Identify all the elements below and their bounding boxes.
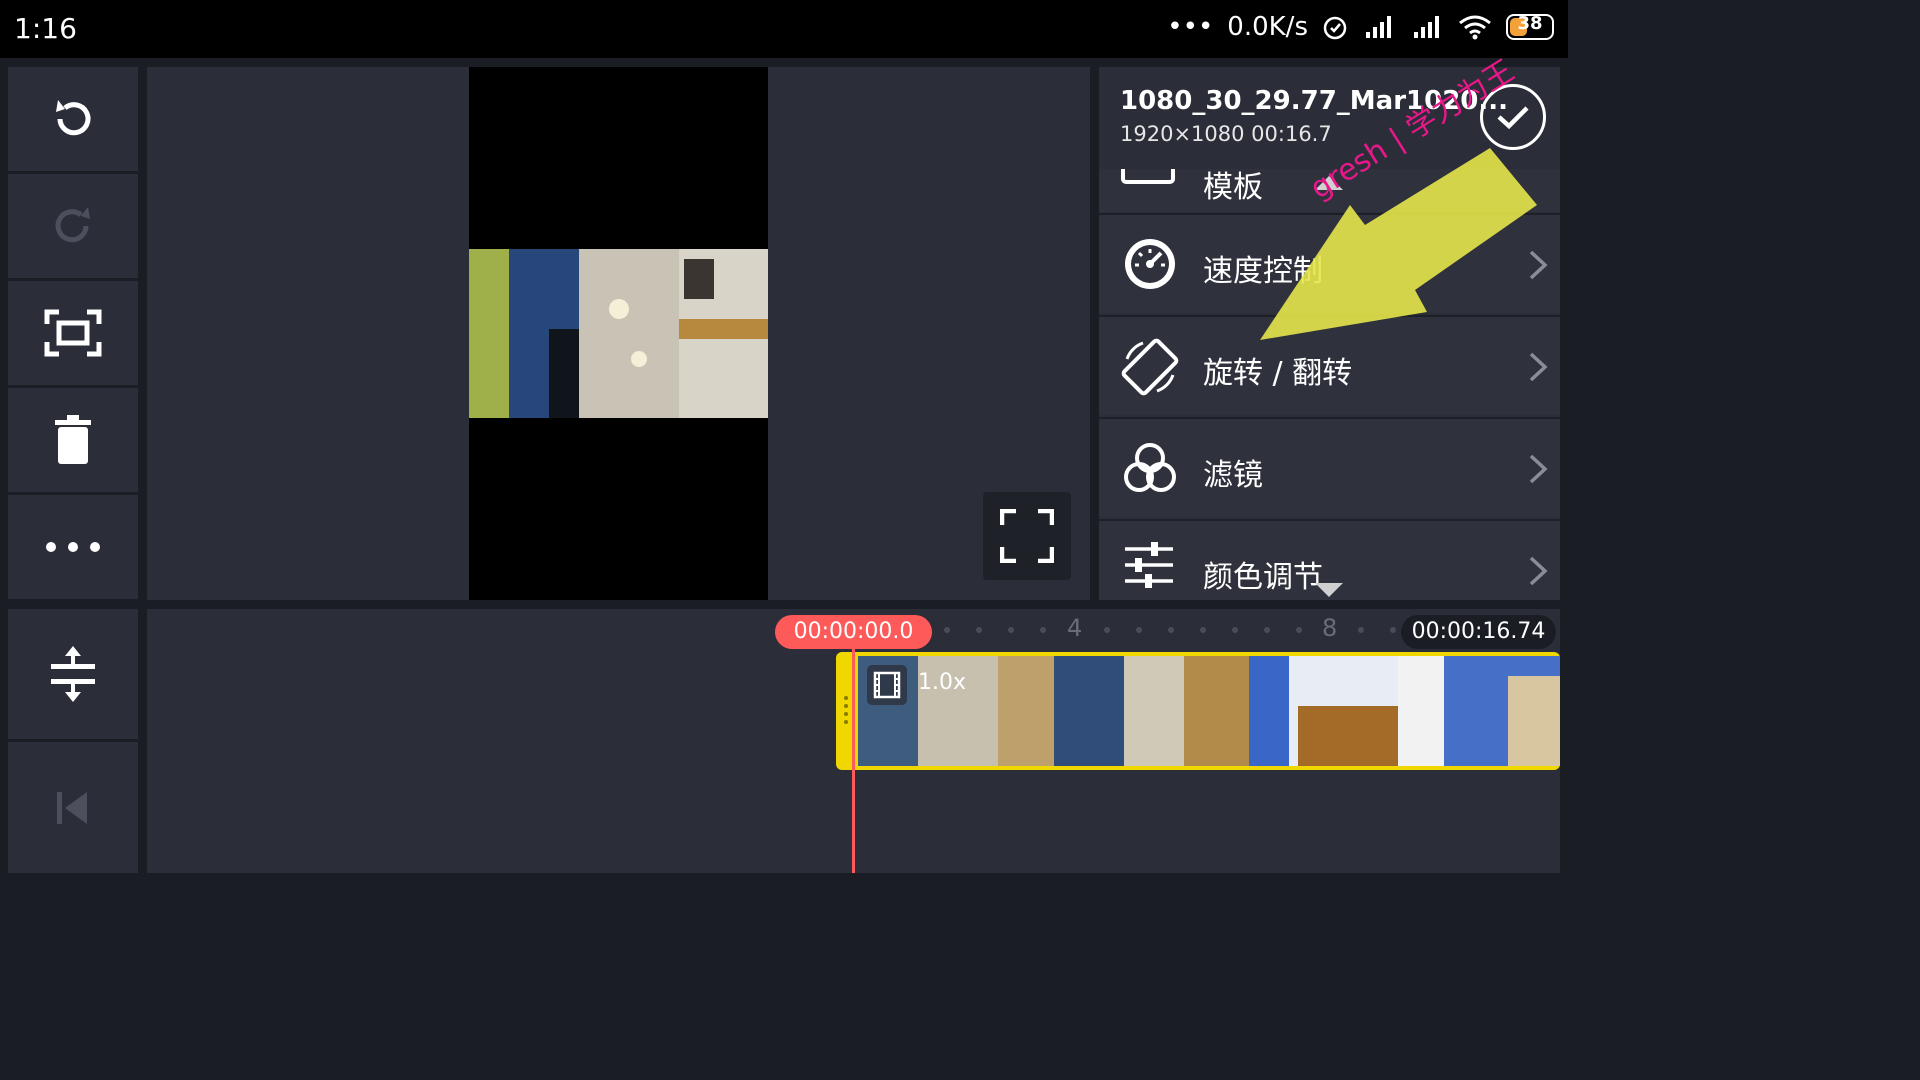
check-icon <box>1497 106 1529 130</box>
alarm-icon <box>1323 16 1347 40</box>
fullscreen-button[interactable] <box>983 492 1071 580</box>
tick-dot <box>1168 627 1174 633</box>
status-bar: 1:16 ••• 0.0K/s 38 <box>0 0 1568 58</box>
tick-dot <box>1390 627 1396 633</box>
menu-item-color-adjust[interactable]: 颜色调节 <box>1099 519 1560 600</box>
tick-dot <box>1358 627 1364 633</box>
crop-frame-icon <box>44 309 102 357</box>
tick-dot <box>1200 627 1206 633</box>
battery-level: 38 <box>1517 13 1543 34</box>
template-icon <box>1121 166 1175 184</box>
scroll-down-indicator <box>1315 583 1343 597</box>
tick-dot <box>1040 627 1046 633</box>
undo-button[interactable] <box>8 67 138 171</box>
playhead[interactable] <box>852 649 855 873</box>
menu-item-filter[interactable]: 滤镜 <box>1099 417 1560 517</box>
wifi-icon <box>1459 15 1491 40</box>
menu-item-rotate-flip-label: 旋转 / 翻转 <box>1203 356 1353 391</box>
delete-button[interactable] <box>8 388 138 492</box>
menu-item-color-adjust-label: 颜色调节 <box>1203 560 1323 595</box>
network-speed: 0.0K/s <box>1227 12 1308 42</box>
sliders-icon <box>1125 542 1173 588</box>
film-strip-icon <box>867 665 907 705</box>
battery-icon: 38 <box>1506 13 1554 40</box>
annotation-arrow <box>1260 148 1537 340</box>
current-time-badge: 00:00:00.0 <box>775 615 932 649</box>
status-right: ••• 0.0K/s 38 <box>1167 12 1554 42</box>
redo-button[interactable] <box>8 174 138 278</box>
undo-icon <box>56 100 91 136</box>
tick-label-4: 4 <box>1067 614 1083 642</box>
tick-dot <box>1008 627 1014 633</box>
expand-vertical-icon <box>51 646 95 702</box>
crop-button[interactable] <box>8 281 138 385</box>
tick-label-8: 8 <box>1322 614 1338 642</box>
more-dots-icon <box>46 542 100 552</box>
track-expand-button[interactable] <box>8 609 138 739</box>
trash-icon <box>55 415 91 464</box>
chevron-right-icon <box>1529 352 1548 382</box>
speedometer-icon <box>1125 239 1175 289</box>
filter-icon <box>1124 443 1176 492</box>
skip-start-icon <box>57 791 87 824</box>
tick-dot <box>944 627 950 633</box>
more-button[interactable] <box>8 495 138 599</box>
status-time: 1:16 <box>14 12 77 45</box>
redo-icon <box>55 207 90 243</box>
total-time-badge: 00:00:16.74 <box>1401 615 1556 649</box>
drag-handle-icon[interactable] <box>842 692 850 732</box>
video-frame <box>469 249 768 418</box>
chevron-right-icon <box>1529 454 1548 484</box>
chevron-right-icon <box>1529 556 1548 586</box>
menu-item-filter-label: 滤镜 <box>1203 458 1263 493</box>
tick-dot <box>1104 627 1110 633</box>
clip-speed-label: 1.0x <box>918 670 967 695</box>
skip-to-start-button[interactable] <box>8 742 138 873</box>
tick-dot <box>976 627 982 633</box>
signal-hd-icon <box>1366 16 1391 38</box>
fullscreen-icon <box>1000 509 1054 563</box>
rotate-flip-icon <box>1121 338 1179 396</box>
tick-dot <box>1232 627 1238 633</box>
tick-dot <box>1296 627 1302 633</box>
more-dots: ••• <box>1167 12 1214 42</box>
tick-dot <box>1264 627 1270 633</box>
tick-dot <box>1136 627 1142 633</box>
signal-icon <box>1414 16 1439 38</box>
